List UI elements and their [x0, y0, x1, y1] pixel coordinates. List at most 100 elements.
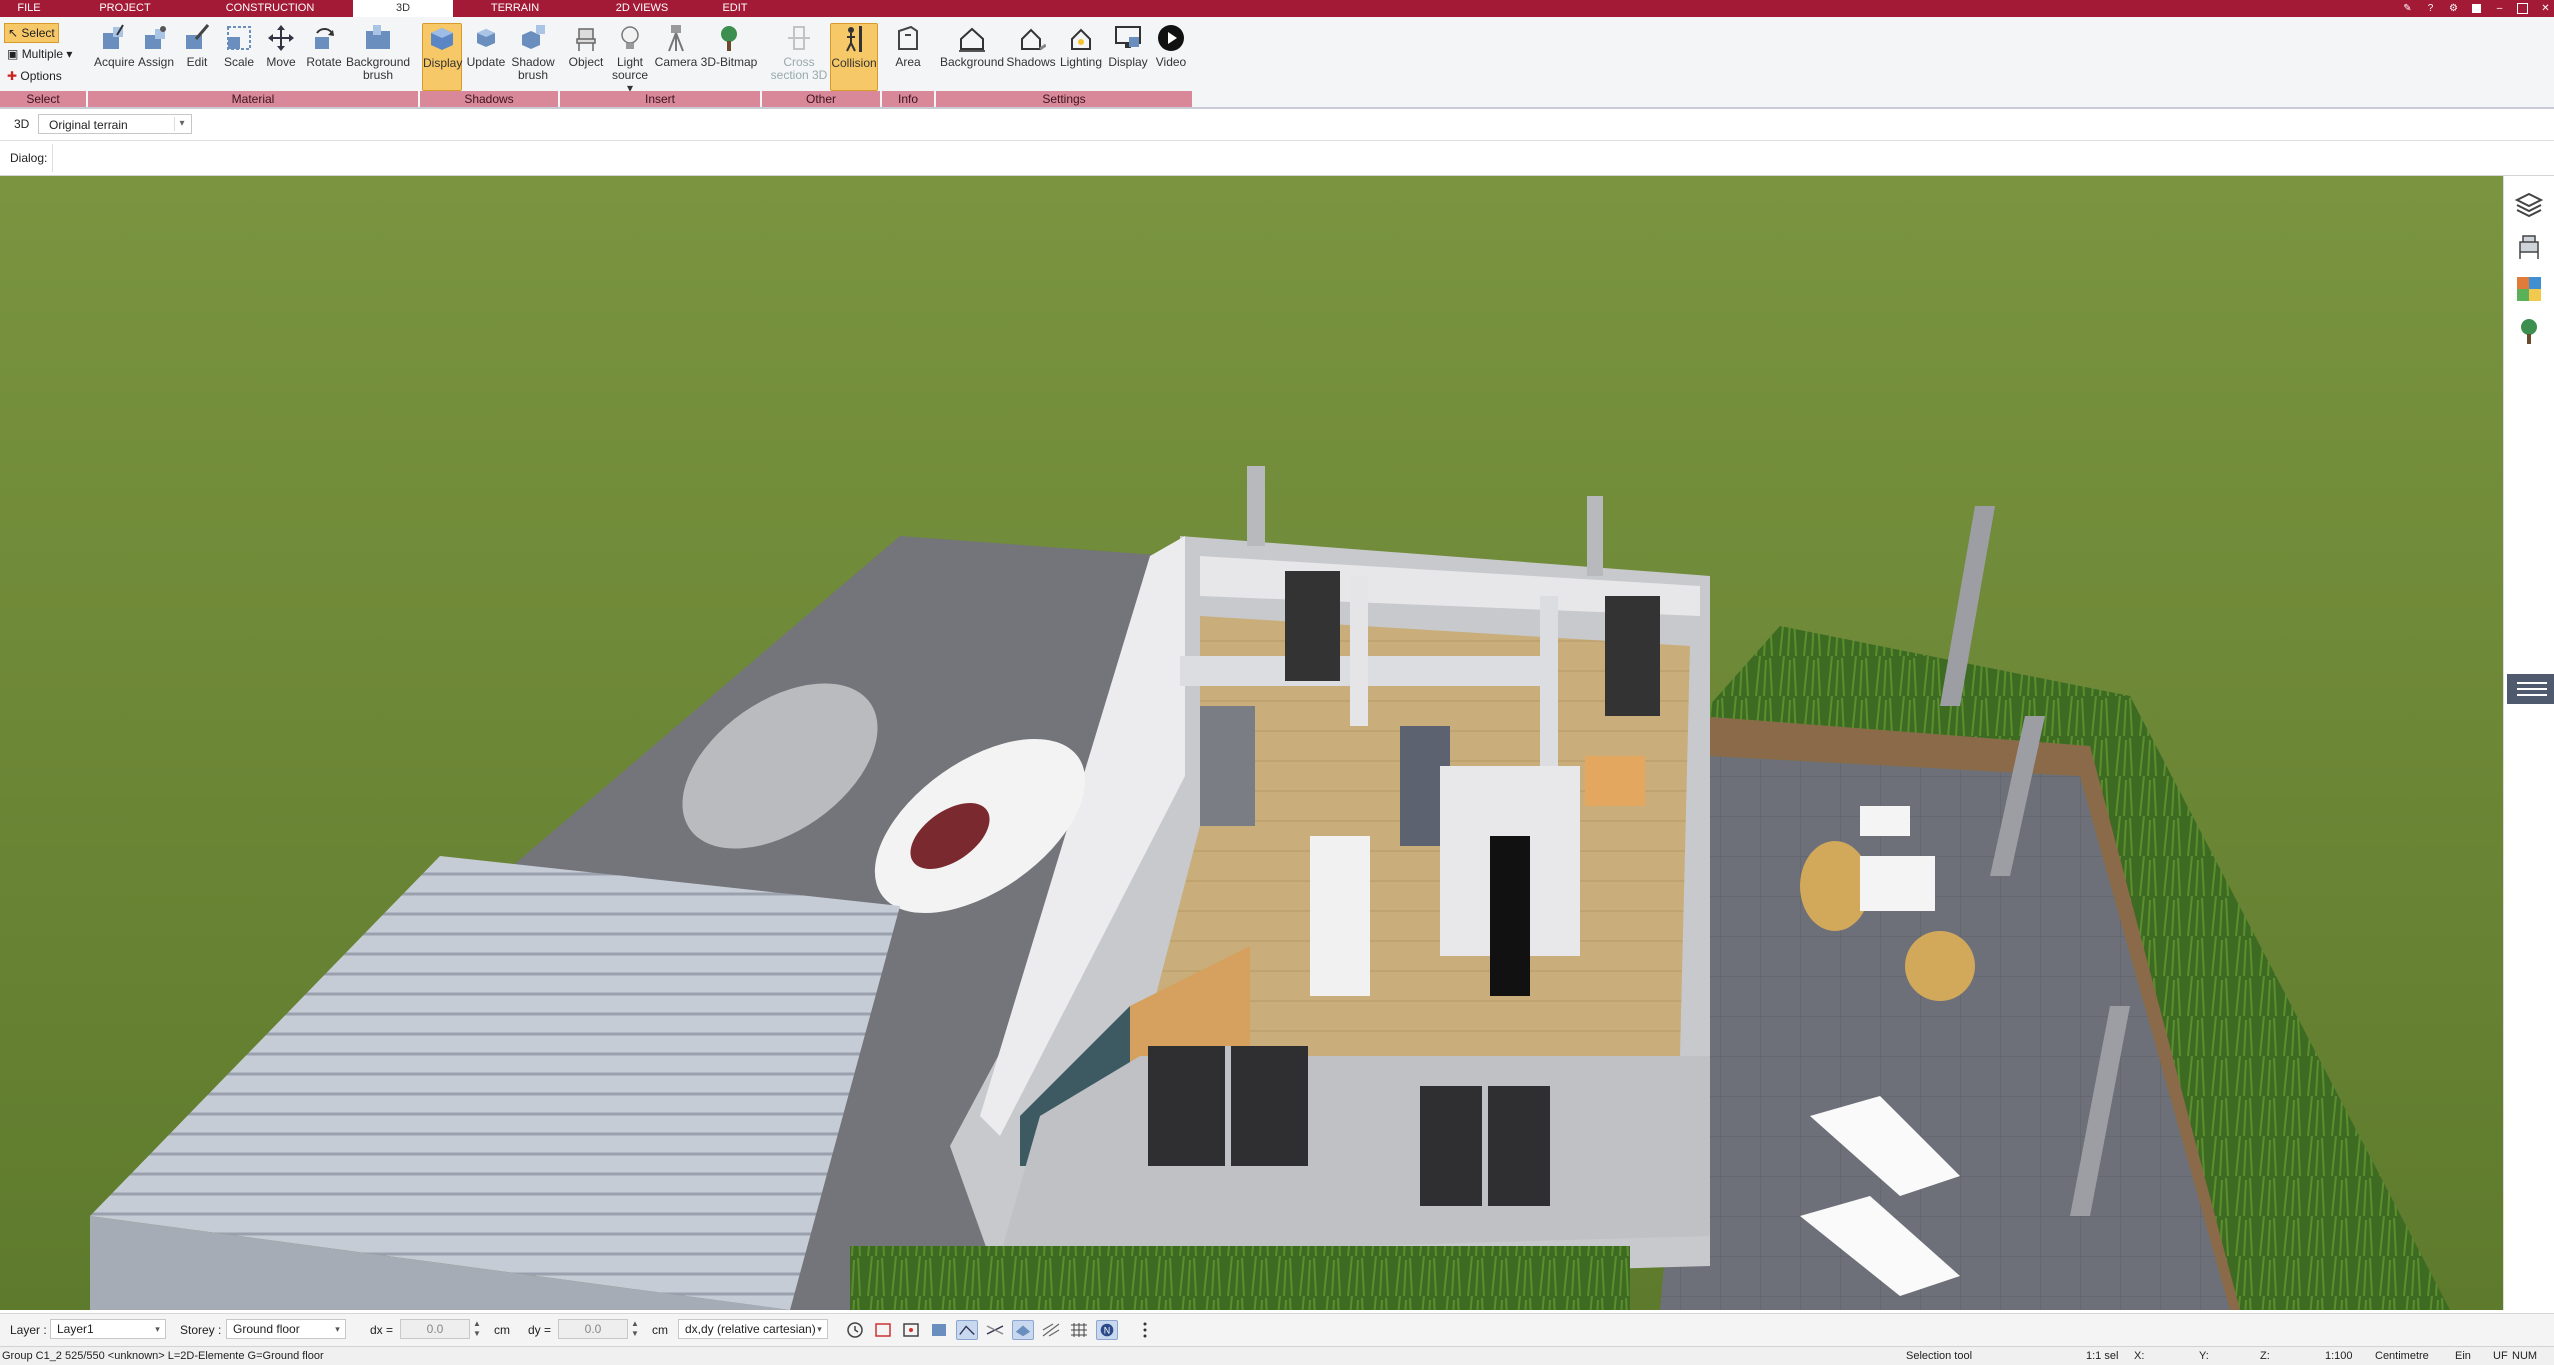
- assign-button[interactable]: Assign: [136, 23, 176, 69]
- camera-button[interactable]: Camera: [654, 23, 698, 69]
- dy-input[interactable]: 0.0: [558, 1319, 628, 1339]
- rotate-button[interactable]: Rotate: [304, 23, 344, 69]
- snap-hatch-icon[interactable]: [1040, 1320, 1062, 1340]
- back-window: [1285, 571, 1340, 681]
- 3d-scene[interactable]: [0, 176, 2503, 1310]
- status-x: X:: [2134, 1350, 2145, 1362]
- tab-terrain[interactable]: TERRAIN: [465, 0, 565, 17]
- area-button[interactable]: Area: [888, 23, 928, 69]
- snap-line-icon[interactable]: [984, 1320, 1006, 1340]
- video-button[interactable]: Video: [1152, 23, 1190, 69]
- shadow-brush-button[interactable]: Shadow brush: [510, 23, 556, 82]
- lighting-settings-button[interactable]: Lighting: [1058, 23, 1104, 69]
- furniture-icon[interactable]: [2514, 232, 2544, 262]
- edit-icon: [186, 24, 210, 49]
- multiple-button[interactable]: ▣ Multiple ▾: [4, 45, 75, 63]
- layer-dropdown[interactable]: Layer1 ▾: [50, 1319, 166, 1339]
- shadows-settings-button[interactable]: Shadows: [1006, 23, 1056, 69]
- object-button[interactable]: Object: [566, 23, 606, 69]
- settings-group-title: Settings: [936, 91, 1192, 107]
- background-brush-button[interactable]: Background brush: [346, 23, 410, 82]
- status-z: Z:: [2260, 1350, 2270, 1362]
- window-minimize-icon[interactable]: –: [2491, 0, 2508, 17]
- svg-text:N: N: [1104, 1326, 1111, 1336]
- layer-label: Layer :: [10, 1323, 47, 1337]
- grid-icon[interactable]: [1068, 1320, 1090, 1340]
- info-group: Area Info: [882, 21, 934, 107]
- tab-construction[interactable]: CONSTRUCTION: [182, 0, 358, 17]
- kitchen-appliance: [1490, 836, 1530, 996]
- options-button[interactable]: ✚ Options: [4, 67, 65, 85]
- status-tool: Selection tool: [1906, 1350, 1973, 1362]
- tab-file[interactable]: FILE: [0, 0, 58, 17]
- window-restore-icon[interactable]: [2468, 0, 2485, 17]
- dx-stepper[interactable]: ▲ ▼: [470, 1319, 484, 1339]
- window-frame: [1225, 1046, 1231, 1166]
- window-close-icon[interactable]: ✕: [2537, 0, 2554, 17]
- scale-button[interactable]: Scale: [222, 23, 256, 69]
- material-group: Acquire Assign Edit Scale Move Rotate Ba…: [88, 21, 418, 107]
- snap-point-icon[interactable]: [900, 1320, 922, 1340]
- snap-angle-icon[interactable]: [956, 1320, 978, 1340]
- north-icon[interactable]: N: [1096, 1320, 1118, 1340]
- acquire-button[interactable]: Acquire: [94, 23, 135, 69]
- materials-icon[interactable]: [2514, 274, 2544, 304]
- tab-3d[interactable]: 3D: [353, 0, 453, 17]
- collision-button[interactable]: Collision: [830, 23, 878, 91]
- right-side-panel: [2503, 176, 2554, 1310]
- chevron-down-icon: ▾: [817, 1324, 822, 1334]
- select-button[interactable]: ↖ Select: [4, 23, 59, 43]
- plant-icon[interactable]: [2514, 316, 2544, 346]
- status-uf: UF: [2493, 1350, 2508, 1362]
- select-icon: ↖: [8, 26, 19, 40]
- armchair: [1905, 931, 1975, 1001]
- tab-edit[interactable]: EDIT: [700, 0, 770, 17]
- snap-edge-icon[interactable]: [928, 1320, 950, 1340]
- storey-label: Storey :: [180, 1323, 222, 1337]
- move-button[interactable]: Move: [264, 23, 298, 69]
- dx-unit: cm: [494, 1323, 510, 1337]
- background-house-icon: [959, 27, 985, 52]
- dialog-bar: Dialog:: [0, 141, 2554, 176]
- more-options-icon[interactable]: [1134, 1320, 1156, 1340]
- storey-dropdown[interactable]: Ground floor ▾: [226, 1319, 346, 1339]
- coordinate-mode-dropdown[interactable]: dx,dy (relative cartesian) ▾: [678, 1319, 828, 1339]
- dy-stepper[interactable]: ▲ ▼: [628, 1319, 642, 1339]
- display-monitor-icon: [1115, 26, 1141, 48]
- terrace-chair: [1860, 806, 1910, 836]
- window-frame: [1482, 1086, 1488, 1206]
- chevron-down-icon: ▾: [335, 1324, 340, 1334]
- status-info: Group C1_2 525/550 <unknown> L=2D-Elemen…: [2, 1350, 324, 1362]
- cross-section-3d-button[interactable]: Cross section 3D: [766, 23, 832, 82]
- display-shadows-button[interactable]: Display: [422, 23, 462, 91]
- ribbon-tab-bar: FILE PROJECT CONSTRUCTION 3D TERRAIN 2D …: [0, 0, 2554, 17]
- multiple-icon: ▣: [7, 47, 19, 61]
- display-settings-button[interactable]: Display: [1106, 23, 1150, 69]
- search-icon[interactable]: ⚙: [2445, 0, 2462, 17]
- layers-icon[interactable]: [2514, 190, 2544, 220]
- light-source-button[interactable]: Light source ▾: [610, 23, 650, 95]
- tab-2d-views[interactable]: 2D VIEWS: [590, 0, 694, 17]
- snap-plane-icon[interactable]: [1012, 1320, 1034, 1340]
- dx-input[interactable]: 0.0: [400, 1319, 470, 1339]
- other-group: Cross section 3D Collision Other: [762, 21, 880, 107]
- background-settings-button[interactable]: Background: [940, 23, 1004, 69]
- dy-label: dy =: [528, 1323, 552, 1337]
- update-shadows-button[interactable]: Update: [466, 23, 506, 69]
- terrain-dropdown[interactable]: Original terrain ▾: [38, 114, 192, 134]
- tools-icon[interactable]: ✎: [2399, 0, 2416, 17]
- edit-material-button[interactable]: Edit: [180, 23, 214, 69]
- snap-grid-icon[interactable]: [872, 1320, 894, 1340]
- bitmap-3d-button[interactable]: 3D-Bitmap: [700, 23, 758, 69]
- tab-project[interactable]: PROJECT: [68, 0, 182, 17]
- background-brush-icon: [366, 25, 390, 49]
- clock-icon[interactable]: [844, 1320, 866, 1340]
- window-maximize-icon[interactable]: [2514, 0, 2531, 17]
- tree-icon: [721, 26, 737, 51]
- 3d-viewport[interactable]: [0, 176, 2503, 1310]
- door: [1200, 706, 1255, 826]
- panel-handle[interactable]: [2507, 674, 2554, 704]
- help-icon[interactable]: ?: [2422, 0, 2439, 17]
- select-group-title: Select: [0, 91, 86, 107]
- shadow-brush-icon: [522, 25, 545, 49]
